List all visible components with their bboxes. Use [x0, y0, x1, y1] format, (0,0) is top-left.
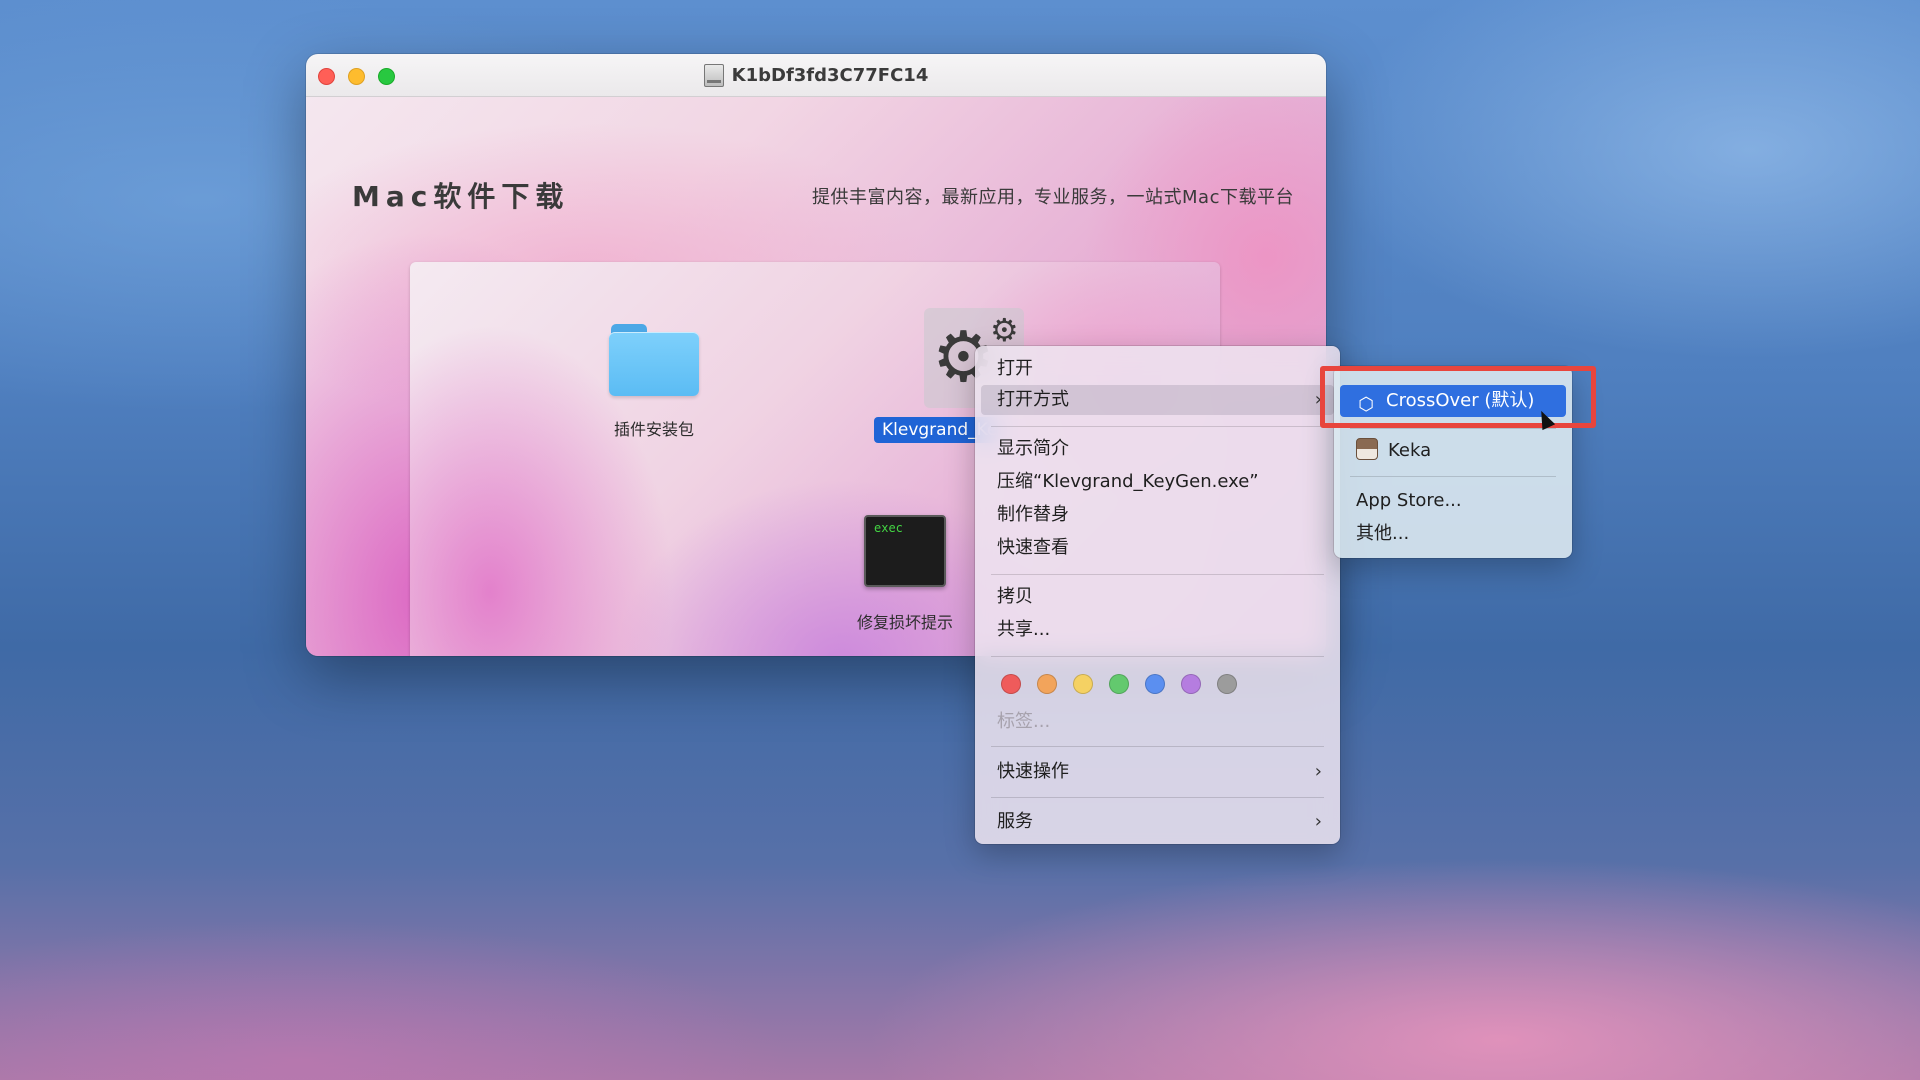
disk-image-icon	[703, 63, 724, 87]
tag-colors	[1001, 674, 1237, 694]
submenu-separator	[1350, 476, 1556, 477]
window-title: K1bDf3fd3C77FC14	[306, 54, 1326, 96]
chevron-right-icon: ›	[1314, 811, 1322, 832]
menu-separator	[991, 656, 1324, 657]
menu-separator	[991, 746, 1324, 747]
submenu-item-other[interactable]: 其他...	[1340, 519, 1566, 549]
menu-item-compress[interactable]: 压缩“Klevgrand_KeyGen.exe”	[981, 467, 1334, 497]
tag-purple[interactable]	[1181, 674, 1201, 694]
plugin-folder[interactable]: 插件安装包	[586, 324, 722, 440]
tag-green[interactable]	[1109, 674, 1129, 694]
menu-item-open[interactable]: 打开	[981, 354, 1334, 384]
tag-red[interactable]	[1001, 674, 1021, 694]
menu-separator	[991, 574, 1324, 575]
menu-item-quick-look[interactable]: 快速查看	[981, 533, 1334, 563]
menu-item-get-info[interactable]: 显示简介	[981, 434, 1334, 464]
menu-item-share[interactable]: 共享...	[981, 615, 1334, 645]
keka-icon	[1356, 438, 1378, 460]
folder-icon	[609, 324, 699, 398]
tag-blue[interactable]	[1145, 674, 1165, 694]
repair-script-file[interactable]: exec 修复损坏提示	[830, 515, 980, 633]
menu-separator	[991, 426, 1324, 427]
menu-item-make-alias[interactable]: 制作替身	[981, 500, 1334, 530]
brand-title: Mac软件下载	[352, 180, 570, 213]
menu-item-services[interactable]: 服务 ›	[981, 807, 1334, 837]
menu-separator	[991, 797, 1324, 798]
menu-item-tags[interactable]: 标签...	[981, 707, 1334, 737]
chevron-right-icon: ›	[1314, 761, 1322, 782]
window-title-text: K1bDf3fd3C77FC14	[731, 64, 929, 86]
annotation-highlight-box	[1320, 366, 1596, 428]
submenu-separator	[1350, 428, 1556, 429]
exec-label: 修复损坏提示	[856, 613, 953, 632]
tag-gray[interactable]	[1217, 674, 1237, 694]
tagline: 提供丰富内容，最新应用，专业服务，一站式Mac下载平台	[812, 187, 1294, 208]
context-menu: 打开 打开方式 › 显示简介 压缩“Klevgrand_KeyGen.exe” …	[975, 346, 1340, 844]
folder-label: 插件安装包	[613, 420, 694, 439]
menu-item-quick-actions[interactable]: 快速操作 ›	[981, 757, 1334, 787]
title-bar[interactable]: K1bDf3fd3C77FC14	[306, 54, 1326, 97]
terminal-icon: exec	[864, 515, 946, 587]
submenu-item-app-store[interactable]: App Store...	[1340, 486, 1566, 516]
tag-orange[interactable]	[1037, 674, 1057, 694]
small-gear-icon: ⚙	[990, 311, 1019, 349]
menu-item-copy[interactable]: 拷贝	[981, 582, 1334, 612]
tag-yellow[interactable]	[1073, 674, 1093, 694]
submenu-item-keka[interactable]: Keka	[1340, 436, 1566, 466]
menu-item-open-with[interactable]: 打开方式 ›	[981, 385, 1334, 415]
